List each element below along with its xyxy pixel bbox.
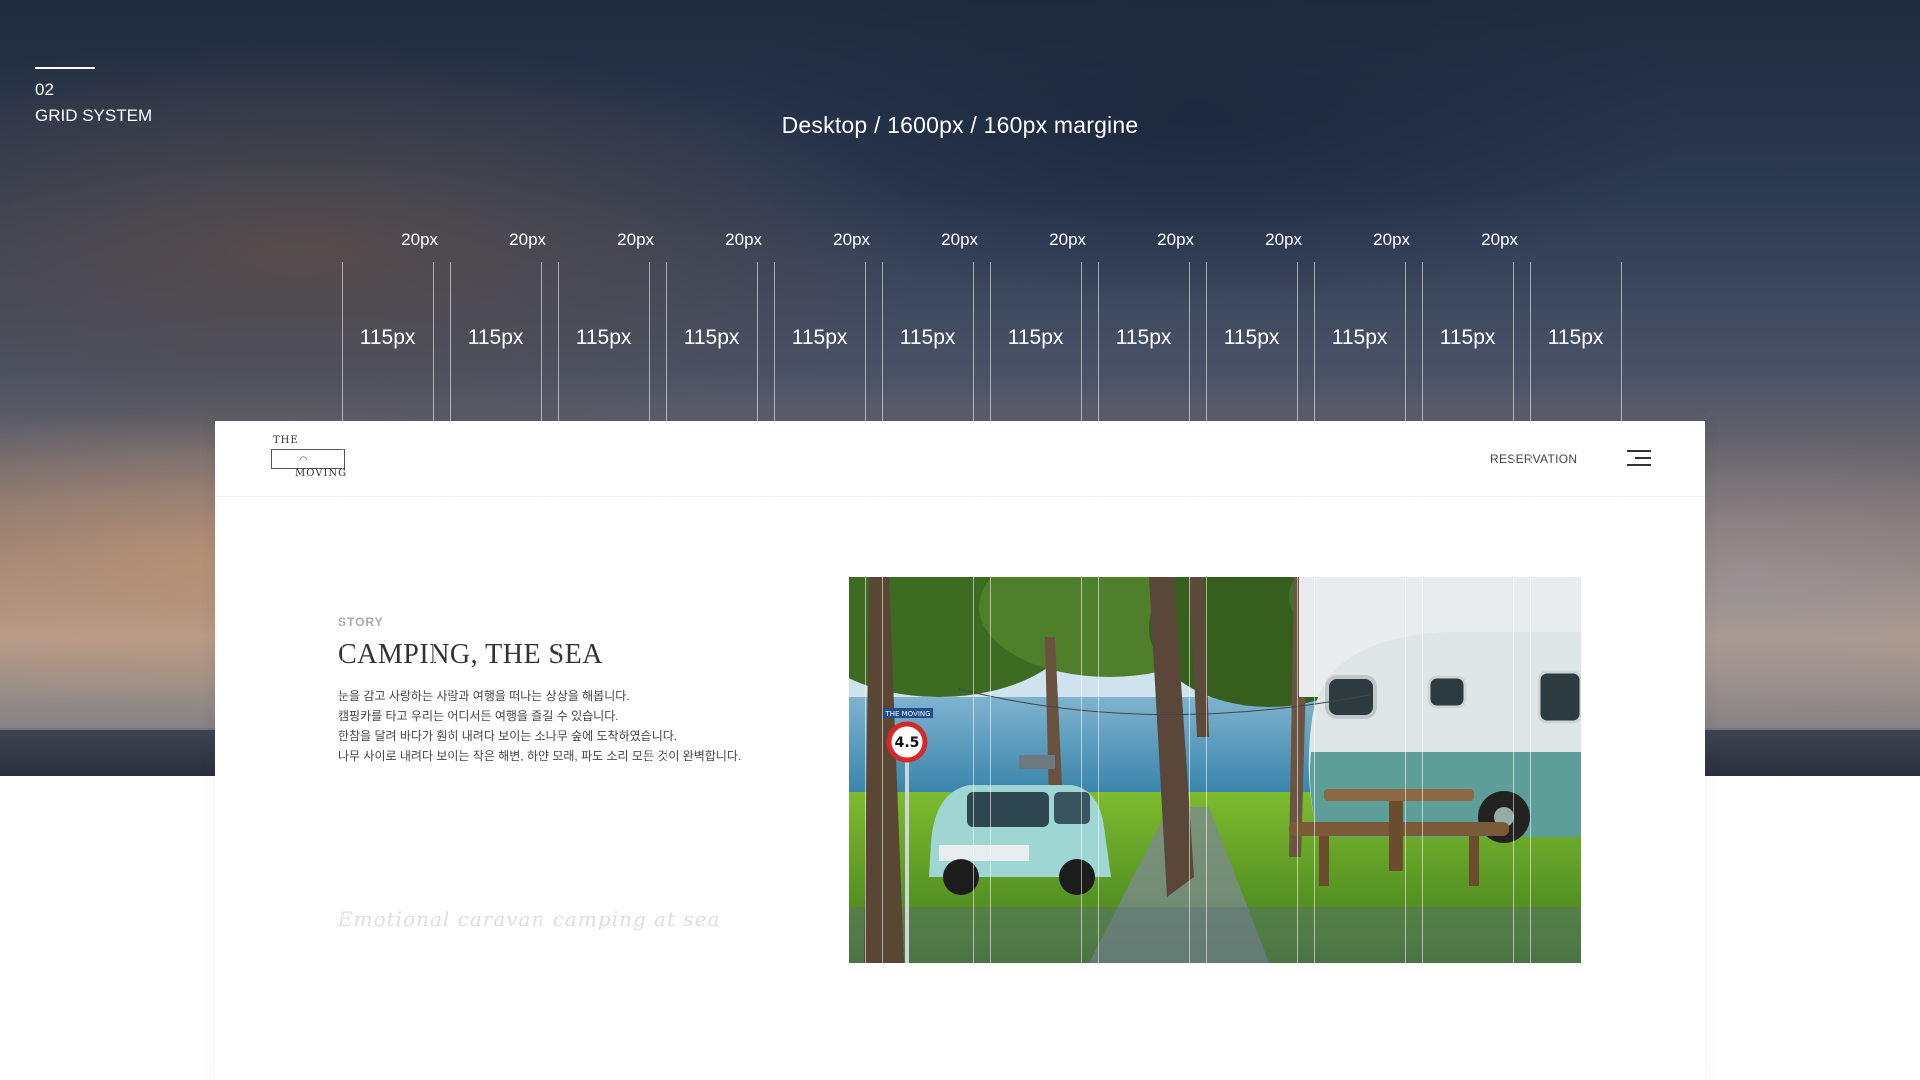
story-line: 한참을 달려 바다가 훤히 내려다 보이는 소나무 숲에 도착하였습니다. [338,729,678,743]
camping-scene-illustration: 4.5 THE MOVING [849,577,1581,963]
story-script-caption: Emotional caravan camping at sea [338,907,721,931]
column-width-label: 115px [1007,326,1064,349]
grid-line [1405,262,1406,1080]
speed-sign-text: 4.5 [895,735,920,751]
story-body: 눈을 감고 사랑하는 사람과 여행을 떠나는 상상을 해봅니다. 캠핑카를 타고… [338,686,758,766]
column-width-label: 115px [899,326,956,349]
story-title: CAMPING, THE SEA [338,639,603,670]
grid-line [649,262,650,1080]
grid-line [450,262,451,1080]
hamburger-menu-icon[interactable] [1627,448,1651,468]
column-width-label: 115px [575,326,632,349]
gutter-width-label: 20px [401,230,439,249]
grid-line [1530,262,1531,1080]
column-width-label: 115px [1115,326,1172,349]
column-width-label: 115px [1439,326,1496,349]
story-line: 나무 사이로 내려다 보이는 작은 해변, 하얀 모래, 파도 소리 모든 것이… [338,749,742,763]
gutter-width-label: 20px [509,230,547,249]
logo-text-top: THE [273,435,299,446]
gutter-width-label: 20px [833,230,871,249]
grid-line [882,262,883,1080]
grid-line [558,262,559,1080]
camping-photo: 4.5 THE MOVING [849,577,1581,963]
sign-label: THE MOVING [884,710,930,718]
gutter-width-label: 20px [617,230,655,249]
grid-line [757,262,758,1080]
section-number: 02 [35,80,54,99]
gutter-width-label: 20px [1481,230,1519,249]
logo-text-bottom: MOVING [295,468,348,479]
story-kicker: STORY [338,615,384,629]
grid-line [1081,262,1082,1080]
grid-line [1621,262,1622,1080]
grid-line [433,262,434,1080]
column-width-label: 115px [791,326,848,349]
grid-line [865,262,866,1080]
grid-line [1297,262,1298,1080]
grid-heading: Desktop / 1600px / 160px margine [781,112,1139,138]
site-header: THE ◠ MOVING RESERVATION [215,421,1705,497]
grid-line [1206,262,1207,1080]
grid-line [990,262,991,1080]
section-rule [35,67,95,69]
gutter-width-label: 20px [1157,230,1195,249]
column-width-label: 115px [683,326,740,349]
column-width-label: 115px [359,326,416,349]
column-width-label: 115px [1223,326,1280,349]
gutter-width-label: 20px [1265,230,1303,249]
reservation-link[interactable]: RESERVATION [1490,452,1577,466]
website-mockup: THE ◠ MOVING RESERVATION STORY CAMPING, … [215,421,1705,1080]
gutter-width-label: 20px [725,230,763,249]
column-width-label: 115px [1331,326,1388,349]
column-width-label: 115px [467,326,524,349]
grid-line [774,262,775,1080]
sun-icon: ◠ [299,455,308,466]
grid-line [1189,262,1190,1080]
grid-line [541,262,542,1080]
grid-line [1422,262,1423,1080]
site-logo[interactable]: THE ◠ MOVING [269,433,349,483]
story-line: 눈을 감고 사랑하는 사람과 여행을 떠나는 상상을 해봅니다. [338,689,630,703]
grid-line [973,262,974,1080]
story-line: 캠핑카를 타고 우리는 어디서든 여행을 즐길 수 있습니다. [338,709,619,723]
grid-line [1098,262,1099,1080]
column-width-label: 115px [1547,326,1604,349]
grid-line [1314,262,1315,1080]
grid-line [666,262,667,1080]
gutter-width-label: 20px [941,230,979,249]
gutter-width-label: 20px [1049,230,1087,249]
gutter-width-label: 20px [1373,230,1411,249]
grid-line [1513,262,1514,1080]
grid-line [342,262,343,1080]
